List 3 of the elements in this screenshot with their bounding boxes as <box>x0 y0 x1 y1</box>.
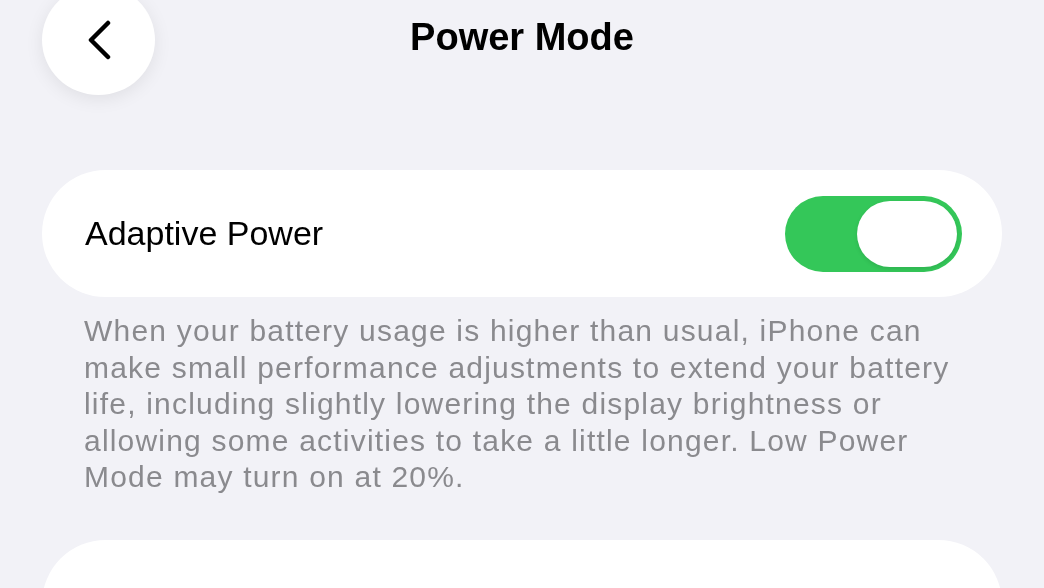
setting-description: When your battery usage is higher than usual, iPhone can make small performance adjustments to extend your battery life, including slightly lowering the display brightness or allowing some activities to take a little longer. Low Power Mode may turn on at 20%. <box>84 313 951 495</box>
setting-label: Adaptive Power <box>85 214 324 253</box>
page-title: Power Mode <box>410 16 634 59</box>
